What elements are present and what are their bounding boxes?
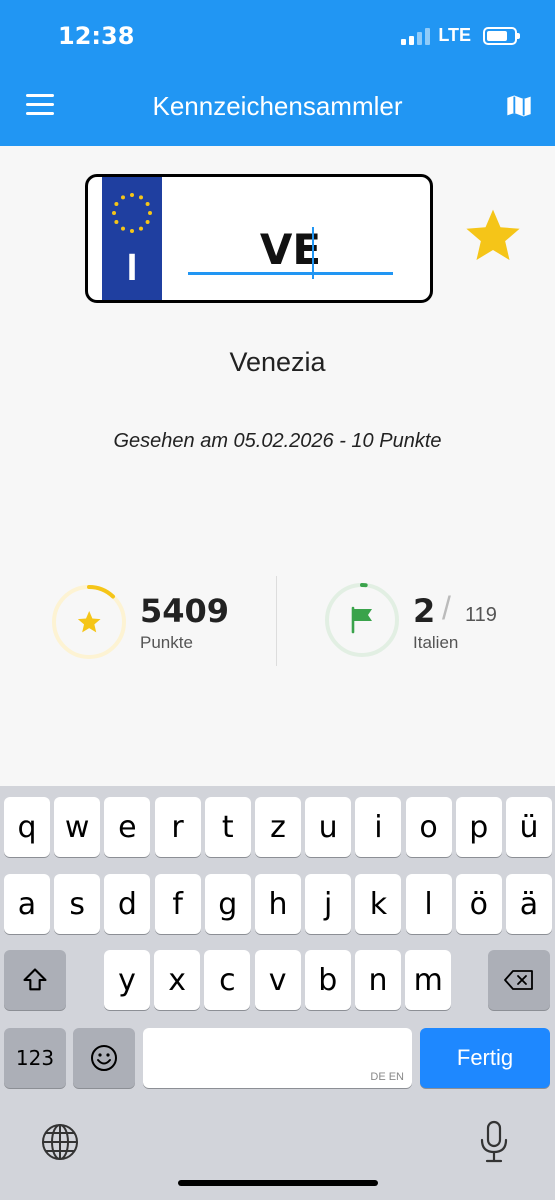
signal-icon xyxy=(401,27,431,45)
key-d[interactable]: d xyxy=(104,874,151,934)
country-count: 2 xyxy=(413,592,436,630)
key-i[interactable]: i xyxy=(355,797,402,857)
city-name: Venezia xyxy=(229,347,326,377)
key-ö[interactable]: ö xyxy=(455,874,502,934)
eu-stars-icon xyxy=(112,193,152,233)
shift-key[interactable] xyxy=(4,950,66,1010)
key-e[interactable]: e xyxy=(104,797,151,857)
key-u[interactable]: u xyxy=(305,797,352,857)
network-type: LTE xyxy=(438,25,471,45)
status-indicators: LTE xyxy=(401,25,520,46)
key-s[interactable]: s xyxy=(54,874,101,934)
key-q[interactable]: q xyxy=(4,797,50,857)
key-g[interactable]: g xyxy=(204,874,251,934)
key-l[interactable]: l xyxy=(405,874,452,934)
backspace-key[interactable] xyxy=(488,950,550,1010)
key-c[interactable]: c xyxy=(204,950,251,1010)
microphone-icon[interactable] xyxy=(478,1120,510,1164)
space-key[interactable]: DE EN xyxy=(143,1028,412,1088)
key-n[interactable]: n xyxy=(355,950,401,1010)
key-f[interactable]: f xyxy=(154,874,201,934)
country-progress-ring xyxy=(325,583,399,657)
emoji-icon xyxy=(91,1045,117,1071)
status-time: 12:38 xyxy=(58,22,135,50)
separator-slash: / xyxy=(442,590,451,626)
country-label: Italien xyxy=(413,633,459,652)
points-label: Punkte xyxy=(140,633,193,652)
key-y[interactable]: y xyxy=(104,950,150,1010)
key-h[interactable]: h xyxy=(255,874,301,934)
country-total: 119 xyxy=(465,604,497,626)
key-k[interactable]: k xyxy=(355,874,402,934)
key-ü[interactable]: ü xyxy=(506,797,552,857)
key-o[interactable]: o xyxy=(405,797,452,857)
space-language-label: DE EN xyxy=(370,1071,404,1083)
eu-band: I xyxy=(102,177,162,300)
points-progress-ring xyxy=(52,585,126,659)
key-z[interactable]: z xyxy=(255,797,301,857)
globe-icon[interactable] xyxy=(40,1122,80,1162)
stats-divider xyxy=(276,576,277,666)
page-title: Kennzeichensammler xyxy=(152,91,403,121)
numbers-key[interactable]: 123 xyxy=(4,1028,66,1088)
map-icon[interactable] xyxy=(505,92,533,120)
star-icon xyxy=(77,610,101,633)
key-j[interactable]: j xyxy=(305,874,352,934)
key-p[interactable]: p xyxy=(455,797,502,857)
key-t[interactable]: t xyxy=(204,797,251,857)
text-caret xyxy=(312,227,314,279)
key-w[interactable]: w xyxy=(54,797,101,857)
key-a[interactable]: a xyxy=(4,874,50,934)
done-key[interactable]: Fertig xyxy=(420,1028,550,1088)
key-v[interactable]: v xyxy=(254,950,301,1010)
emoji-key[interactable] xyxy=(73,1028,135,1088)
home-indicator xyxy=(178,1180,378,1186)
seen-info: Gesehen am 05.02.2026 - 10 Punkte xyxy=(113,430,442,452)
battery-icon xyxy=(483,26,520,45)
key-ä[interactable]: ä xyxy=(506,874,552,934)
backspace-icon xyxy=(504,970,533,990)
country-code: I xyxy=(126,247,138,289)
license-plate: I xyxy=(85,174,433,303)
star-icon[interactable] xyxy=(462,205,524,267)
key-m[interactable]: m xyxy=(405,950,452,1010)
points-value: 5409 xyxy=(140,592,230,630)
key-r[interactable]: r xyxy=(154,797,201,857)
key-b[interactable]: b xyxy=(304,950,351,1010)
flag-icon xyxy=(351,606,372,634)
shift-icon xyxy=(23,968,47,991)
app-header: 12:38 LTE Kennzeichensammler xyxy=(0,0,555,146)
plate-input[interactable] xyxy=(188,227,393,275)
key-x[interactable]: x xyxy=(154,950,201,1010)
